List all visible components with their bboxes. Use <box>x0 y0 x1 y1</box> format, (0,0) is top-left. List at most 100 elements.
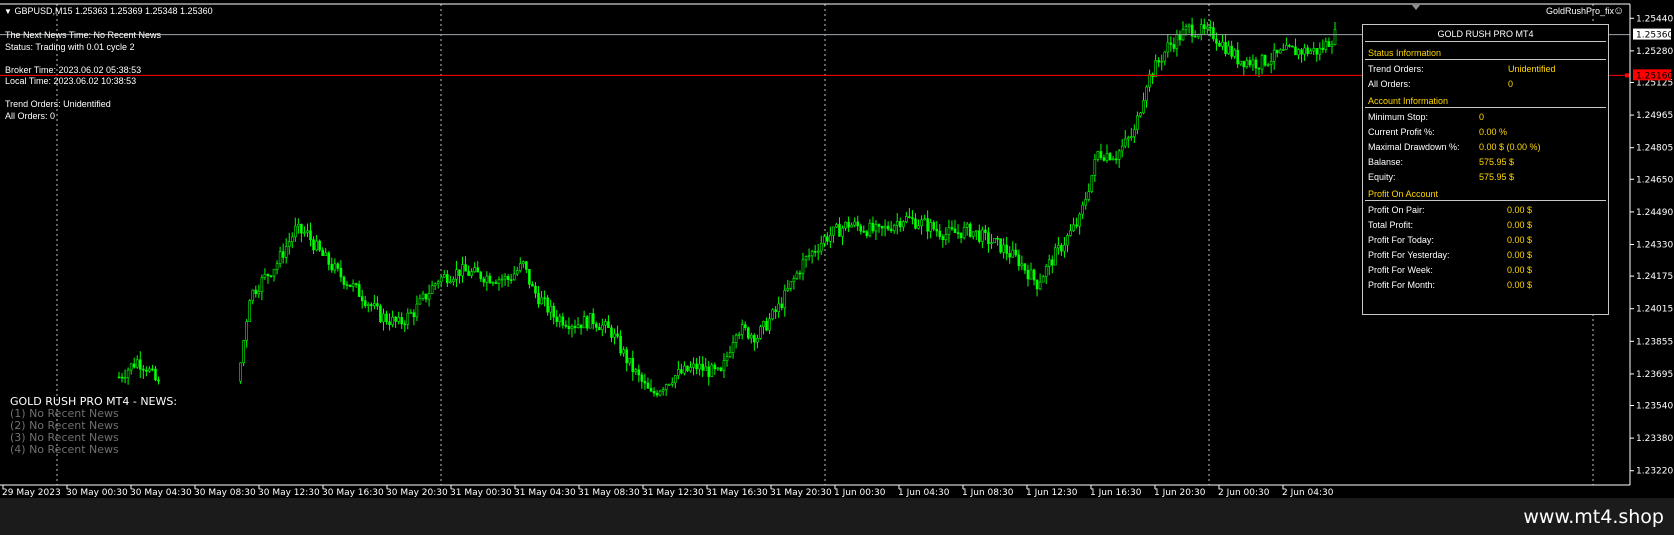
candle-body <box>968 223 972 237</box>
candle-body <box>859 225 863 232</box>
candle-body <box>1099 151 1103 158</box>
candle-body <box>330 264 334 271</box>
candle-body <box>1221 41 1224 47</box>
time-tick-label: 1 Jun 00:30 <box>834 488 886 498</box>
candle-series <box>117 17 1337 398</box>
candle-body <box>1309 50 1312 54</box>
candle-body <box>476 267 480 273</box>
time-tick-label: 30 May 00:30 <box>66 488 128 498</box>
candle-body <box>518 263 522 271</box>
time-tick-label: 29 May 2023 <box>2 488 61 498</box>
candle-body <box>1230 45 1233 57</box>
candle-body <box>993 237 996 243</box>
candle-body <box>1136 115 1139 130</box>
candle-body <box>962 227 966 239</box>
candle-body <box>345 284 349 286</box>
candle-body <box>303 232 306 234</box>
symbol-header: ▼ GBPUSD,M15 1.25363 1.25369 1.25348 1.2… <box>4 6 213 18</box>
time-tick-label: 1 Jun 04:30 <box>898 488 950 498</box>
candle-body <box>1315 48 1319 55</box>
candle-body <box>1251 59 1255 66</box>
candle-body <box>129 363 133 371</box>
candle-body <box>740 324 744 335</box>
candle-body <box>534 285 537 294</box>
candle-body <box>734 334 738 343</box>
candle-body <box>540 297 543 305</box>
candle-body <box>576 324 580 328</box>
candle-body <box>148 368 151 372</box>
candle-body <box>442 274 446 278</box>
candle-body <box>318 240 321 251</box>
candle-body <box>886 225 890 230</box>
candle-body <box>643 381 647 384</box>
price-tick-label: 1.24650 <box>1636 175 1673 185</box>
candle-body <box>1075 224 1078 227</box>
row-key: Balanse: <box>1368 157 1404 167</box>
panel-row: Trend Orders: Unidentified <box>1368 60 1603 75</box>
candle-body <box>996 237 999 240</box>
candle-body <box>692 363 695 368</box>
red-price-label: 1.25160 <box>1636 71 1673 81</box>
candle-body <box>242 340 245 364</box>
candle-body <box>138 359 142 370</box>
time-tick-label: 30 May 16:30 <box>322 488 384 498</box>
row-value: 0.00 $ <box>1507 250 1533 260</box>
candle-body <box>439 276 443 283</box>
row-value: Unidentified <box>1508 64 1556 74</box>
candle-body <box>522 261 525 265</box>
candle-body <box>1260 54 1264 70</box>
candle-body <box>579 324 583 329</box>
local-time-line: Local Time: 2023.06.02 10:38:53 <box>5 76 137 86</box>
candle-body <box>1327 41 1331 47</box>
price-tick-label: 1.25440 <box>1636 14 1673 24</box>
row-value: 575.95 $ <box>1479 172 1515 182</box>
candle-body <box>1148 73 1151 88</box>
price-tick-label: 1.23855 <box>1636 337 1673 347</box>
candle-body <box>488 275 492 284</box>
candle-body <box>561 316 565 326</box>
candle-body <box>582 316 586 329</box>
candle-body <box>990 242 993 244</box>
candle-body <box>762 321 765 328</box>
candle-body <box>123 377 127 379</box>
candle-body <box>756 337 759 343</box>
candle-body <box>1090 175 1094 192</box>
candle-body <box>120 376 124 379</box>
candle-body <box>446 274 449 284</box>
candle-body <box>944 234 948 241</box>
panel-row: Profit For Month: 0.00 $ <box>1368 276 1603 291</box>
candle-body <box>783 290 787 309</box>
candle-body <box>680 369 683 374</box>
candle-body <box>546 297 549 313</box>
candle-body <box>1014 249 1018 256</box>
candle-body <box>1142 100 1145 114</box>
candle-body <box>1069 230 1072 236</box>
collapse-triangle-icon[interactable]: ▼ <box>4 7 12 16</box>
candle-body <box>1057 244 1060 249</box>
candle-body <box>728 352 732 357</box>
row-value: 0.00 $ <box>1507 220 1533 230</box>
candle-body <box>746 327 750 339</box>
candle-body <box>1175 34 1179 49</box>
candle-body <box>1288 45 1291 47</box>
time-tick-label: 31 May 20:30 <box>770 488 832 498</box>
candle-body <box>391 316 394 326</box>
candle-body <box>1020 263 1024 267</box>
candle-body <box>1038 281 1042 290</box>
candle-body <box>865 231 869 237</box>
row-key: Trend Orders: <box>1368 64 1424 74</box>
candle-body <box>1157 60 1160 63</box>
candle-body <box>792 278 796 282</box>
candle-body <box>290 236 294 242</box>
candle-body <box>914 218 917 229</box>
candle-body <box>1275 49 1279 54</box>
row-value: 575.95 $ <box>1479 157 1515 167</box>
candle-body <box>1123 138 1127 147</box>
candle-body <box>750 335 753 339</box>
candle-body <box>1318 47 1322 55</box>
row-value: 0.00 % <box>1479 127 1508 137</box>
candle-body <box>297 223 300 227</box>
smiley-icon[interactable]: ☺ <box>1613 5 1624 18</box>
candle-body <box>1193 35 1197 38</box>
gold-rush-panel: GOLD RUSH PRO MT4 Status Information Tre… <box>1362 24 1609 315</box>
